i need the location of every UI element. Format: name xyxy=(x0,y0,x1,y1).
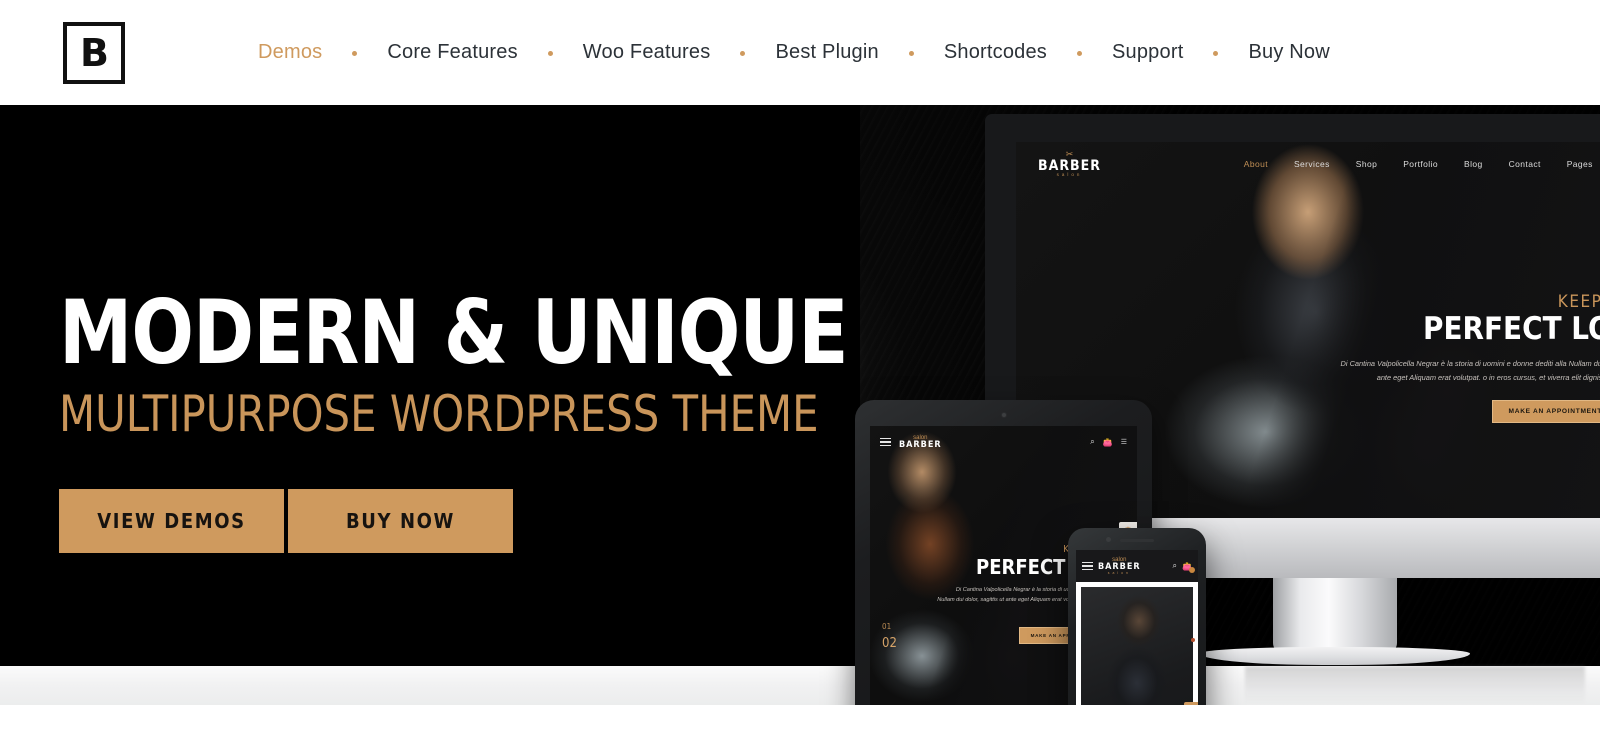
nav-separator-dot xyxy=(908,51,914,56)
hero-title: MODERN & UNIQUE xyxy=(59,281,849,384)
slide-total: 01 xyxy=(882,622,892,631)
main-navigation: Demos Core Features Woo Features Best Pl… xyxy=(258,0,1330,105)
site-header: B Demos Core Features Woo Features Best … xyxy=(0,0,1600,105)
tablet-logo[interactable]: salon BARBER xyxy=(899,435,942,450)
phone-logo[interactable]: salon BARBER salon xyxy=(1098,557,1141,575)
nav-separator-dot xyxy=(1077,51,1082,56)
status-dot xyxy=(1191,638,1195,642)
cart-icon[interactable]: 👛 xyxy=(1182,562,1195,573)
view-demos-button[interactable]: VIEW DEMOS xyxy=(59,488,284,553)
imac-kicker: KEEP YOUR xyxy=(1557,292,1600,312)
search-icon[interactable]: ⌕ xyxy=(1090,437,1094,447)
nav-separator-dot xyxy=(547,51,553,56)
phone-logo-main: BARBER xyxy=(1098,561,1141,572)
imac-logo-main: BARBER xyxy=(1038,158,1101,175)
imac-paragraph: Di Cantina Valpolicella Negrar è la stor… xyxy=(1340,359,1600,382)
imac-headline: PERFECT LOOK xyxy=(1423,311,1600,347)
hamburger-menu-icon[interactable] xyxy=(1082,561,1093,571)
imac-slide-copy: KEEP YOUR PERFECT LOOK Di Cantina Valpol… xyxy=(1327,292,1600,424)
phone-mockup: salon BARBER salon ⌕ 👛 BARBER MARK JOHNS… xyxy=(1068,528,1206,705)
imac-nav-portfolio[interactable]: Portfolio xyxy=(1403,159,1438,169)
phone-screen: salon BARBER salon ⌕ 👛 BARBER MARK JOHNS… xyxy=(1076,550,1198,705)
imac-nav-contact[interactable]: Contact xyxy=(1509,159,1541,169)
buy-now-button[interactable]: BUY NOW xyxy=(288,488,513,553)
nav-item-shortcodes[interactable]: Shortcodes xyxy=(944,41,1047,64)
tablet-topbar: salon BARBER ⌕ 👛 ☰ xyxy=(870,426,1137,458)
imac-appointment-button[interactable]: MAKE AN APPOINTMENT NOW → xyxy=(1491,400,1600,424)
phone-logo-sub: salon xyxy=(1107,570,1131,575)
barber-profile-card[interactable]: BARBER MARK JOHNSON availability xyxy=(1081,587,1193,705)
nav-item-core-features[interactable]: Core Features xyxy=(387,41,517,64)
imac-stand-neck xyxy=(1273,578,1397,653)
nav-item-support[interactable]: Support xyxy=(1112,41,1183,64)
list-icon[interactable]: ☰ xyxy=(1121,438,1127,446)
slide-current: 02 xyxy=(882,635,897,651)
nav-separator-dot xyxy=(352,51,358,56)
imac-nav-blog[interactable]: Blog xyxy=(1464,159,1483,169)
phone-topbar: salon BARBER salon ⌕ 👛 xyxy=(1076,550,1198,582)
hamburger-menu-icon[interactable] xyxy=(880,437,891,447)
imac-reflection xyxy=(1245,666,1585,705)
phone-camera xyxy=(1106,537,1111,542)
imac-logo[interactable]: ✂ BARBER salon xyxy=(1038,150,1101,178)
imac-topbar: ✂ BARBER salon About Services Shop Portf… xyxy=(1016,142,1600,186)
nav-item-woo-features[interactable]: Woo Features xyxy=(583,41,711,64)
nav-item-demos[interactable]: Demos xyxy=(258,41,322,64)
imac-navigation: About Services Shop Portfolio Blog Conta… xyxy=(1244,159,1600,170)
b-logo[interactable]: B xyxy=(63,22,125,84)
tablet-logo-main: BARBER xyxy=(899,439,942,450)
landing-page: B Demos Core Features Woo Features Best … xyxy=(0,0,1600,744)
nav-item-buy-now[interactable]: Buy Now xyxy=(1248,41,1329,64)
search-icon[interactable]: ⌕ xyxy=(1173,561,1177,571)
hero-subtitle: MULTIPURPOSE WORDPRESS THEME xyxy=(59,385,819,444)
imac-nav-pages[interactable]: Pages xyxy=(1567,159,1593,169)
hero-copy: MODERN & UNIQUE MULTIPURPOSE WORDPRESS T… xyxy=(59,281,907,553)
hero-cta-group: VIEW DEMOS BUY NOW xyxy=(59,488,907,553)
nav-separator-dot xyxy=(740,51,746,56)
hero-section: MODERN & UNIQUE MULTIPURPOSE WORDPRESS T… xyxy=(0,105,1600,705)
tablet-slide-counter: 01 02 xyxy=(882,621,897,655)
phone-body: BARBER MARK JOHNSON availability ▲ xyxy=(1076,582,1198,705)
imac-nav-shop[interactable]: Shop xyxy=(1356,159,1377,169)
tablet-camera xyxy=(1000,412,1007,418)
phone-speaker xyxy=(1120,539,1154,542)
logo-letter: B xyxy=(80,31,109,75)
imac-nav-about[interactable]: About xyxy=(1244,159,1268,169)
nav-separator-dot xyxy=(1213,51,1219,56)
nav-item-best-plugin[interactable]: Best Plugin xyxy=(775,41,878,64)
imac-appointment-label: MAKE AN APPOINTMENT NOW xyxy=(1508,408,1600,416)
imac-nav-services[interactable]: Services xyxy=(1294,159,1330,169)
scroll-up-icon[interactable]: ▲ xyxy=(1184,702,1198,705)
cart-icon[interactable]: 👛 xyxy=(1103,438,1113,447)
